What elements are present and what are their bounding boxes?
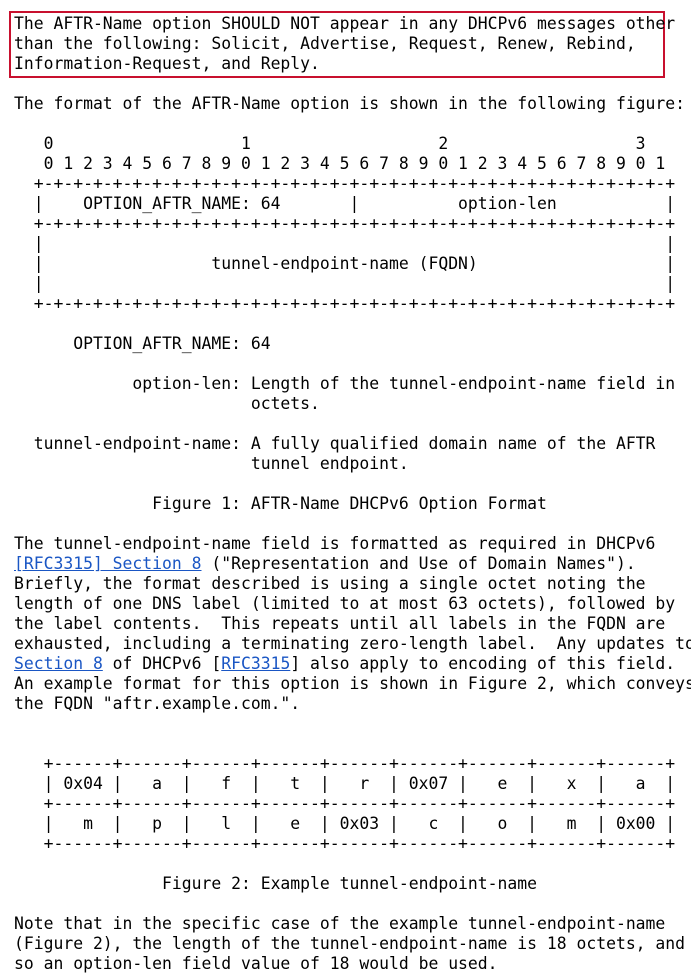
text-segment: The AFTR-Name option SHOULD NOT appear i… xyxy=(14,14,676,33)
text-segment: tunnel-endpoint-name: A fully qualified … xyxy=(14,434,656,453)
text-line: Briefly, the format described is using a… xyxy=(14,574,691,594)
text-line: The AFTR-Name option SHOULD NOT appear i… xyxy=(14,14,691,34)
text-line: OPTION_AFTR_NAME: 64 xyxy=(14,334,691,354)
text-line: | | xyxy=(14,274,691,294)
text-line xyxy=(14,734,691,754)
text-segment: +------+------+------+------+------+----… xyxy=(14,834,676,853)
text-line: Figure 1: AFTR-Name DHCPv6 Option Format xyxy=(14,494,691,514)
text-line: exhausted, including a terminating zero-… xyxy=(14,634,691,654)
text-segment: +------+------+------+------+------+----… xyxy=(14,794,676,813)
text-segment: tunnel endpoint. xyxy=(14,454,409,473)
text-segment: of DHCPv6 [ xyxy=(102,654,222,673)
text-line: 0 1 2 3 4 5 6 7 8 9 0 1 2 3 4 5 6 7 8 9 … xyxy=(14,154,691,174)
text-line: length of one DNS label (limited to at m… xyxy=(14,594,691,614)
text-segment: | 0x04 | a | f | t | r | 0x07 | e | x | … xyxy=(14,774,676,793)
text-segment: Briefly, the format described is using a… xyxy=(14,574,646,593)
text-line: than the following: Solicit, Advertise, … xyxy=(14,34,691,54)
text-line: the FQDN "aftr.example.com.". xyxy=(14,694,691,714)
text-segment: | | xyxy=(14,274,676,293)
text-line: Information-Request, and Reply. xyxy=(14,54,691,74)
text-line: the label contents. This repeats until a… xyxy=(14,614,691,634)
text-segment: +-+-+-+-+-+-+-+-+-+-+-+-+-+-+-+-+-+-+-+-… xyxy=(14,214,676,233)
text-segment: Note that in the specific case of the ex… xyxy=(14,914,666,933)
text-line: +------+------+------+------+------+----… xyxy=(14,794,691,814)
text-line: Section 8 of DHCPv6 [RFC3315] also apply… xyxy=(14,654,691,674)
text-line: +-+-+-+-+-+-+-+-+-+-+-+-+-+-+-+-+-+-+-+-… xyxy=(14,174,691,194)
text-segment: +-+-+-+-+-+-+-+-+-+-+-+-+-+-+-+-+-+-+-+-… xyxy=(14,174,676,193)
text-line: Figure 2: Example tunnel-endpoint-name xyxy=(14,874,691,894)
document-text: The AFTR-Name option SHOULD NOT appear i… xyxy=(14,14,691,974)
text-segment: +-+-+-+-+-+-+-+-+-+-+-+-+-+-+-+-+-+-+-+-… xyxy=(14,294,676,313)
text-segment: 0 1 2 3 xyxy=(14,134,646,153)
text-segment: | m | p | l | e | 0x03 | c | o | m | 0x0… xyxy=(14,814,676,833)
text-line: Note that in the specific case of the ex… xyxy=(14,914,691,934)
text-line xyxy=(14,514,691,534)
text-line xyxy=(14,354,691,374)
text-line: | tunnel-endpoint-name (FQDN) | xyxy=(14,254,691,274)
text-line xyxy=(14,894,691,914)
text-segment: OPTION_AFTR_NAME: 64 xyxy=(14,334,271,353)
text-segment: the label contents. This repeats until a… xyxy=(14,614,666,633)
text-segment: so an option-len field value of 18 would… xyxy=(14,954,498,973)
text-segment: The tunnel-endpoint-name field is format… xyxy=(14,534,656,553)
text-line: The format of the AFTR-Name option is sh… xyxy=(14,94,691,114)
text-line: An example format for this option is sho… xyxy=(14,674,691,694)
reference-link[interactable]: [RFC3315] Section 8 xyxy=(14,554,202,573)
text-segment: than the following: Solicit, Advertise, … xyxy=(14,34,636,53)
text-line: The tunnel-endpoint-name field is format… xyxy=(14,534,691,554)
text-line: option-len: Length of the tunnel-endpoin… xyxy=(14,374,691,394)
text-segment: Figure 1: AFTR-Name DHCPv6 Option Format xyxy=(14,494,547,513)
text-segment: ("Representation and Use of Domain Names… xyxy=(201,554,636,573)
text-line: octets. xyxy=(14,394,691,414)
text-line: so an option-len field value of 18 would… xyxy=(14,954,691,974)
reference-link[interactable]: RFC3315 xyxy=(221,654,290,673)
text-segment: Information-Request, and Reply. xyxy=(14,54,320,73)
text-line xyxy=(14,854,691,874)
reference-link[interactable]: Section 8 xyxy=(14,654,103,673)
text-line: +------+------+------+------+------+----… xyxy=(14,754,691,774)
text-line: tunnel endpoint. xyxy=(14,454,691,474)
text-segment: An example format for this option is sho… xyxy=(14,674,691,693)
text-line: +-+-+-+-+-+-+-+-+-+-+-+-+-+-+-+-+-+-+-+-… xyxy=(14,294,691,314)
text-segment: 0 1 2 3 4 5 6 7 8 9 0 1 2 3 4 5 6 7 8 9 … xyxy=(14,154,666,173)
text-line: 0 1 2 3 xyxy=(14,134,691,154)
text-segment: | tunnel-endpoint-name (FQDN) | xyxy=(14,254,676,273)
text-line: | 0x04 | a | f | t | r | 0x07 | e | x | … xyxy=(14,774,691,794)
text-line: [RFC3315] Section 8 ("Representation and… xyxy=(14,554,691,574)
text-segment: | OPTION_AFTR_NAME: 64 | option-len | xyxy=(14,194,676,213)
document-page: The AFTR-Name option SHOULD NOT appear i… xyxy=(0,0,691,973)
text-line xyxy=(14,474,691,494)
text-segment: | | xyxy=(14,234,676,253)
text-line: tunnel-endpoint-name: A fully qualified … xyxy=(14,434,691,454)
text-line xyxy=(14,114,691,134)
text-line: | m | p | l | e | 0x03 | c | o | m | 0x0… xyxy=(14,814,691,834)
text-line: +------+------+------+------+------+----… xyxy=(14,834,691,854)
text-line: | OPTION_AFTR_NAME: 64 | option-len | xyxy=(14,194,691,214)
text-line xyxy=(14,714,691,734)
text-segment: octets. xyxy=(14,394,320,413)
text-segment: the FQDN "aftr.example.com.". xyxy=(14,694,301,713)
text-line xyxy=(14,414,691,434)
text-line xyxy=(14,314,691,334)
text-segment: Figure 2: Example tunnel-endpoint-name xyxy=(14,874,538,893)
text-line xyxy=(14,74,691,94)
text-segment: length of one DNS label (limited to at m… xyxy=(14,594,676,613)
text-segment: The format of the AFTR-Name option is sh… xyxy=(14,94,686,113)
text-line: +-+-+-+-+-+-+-+-+-+-+-+-+-+-+-+-+-+-+-+-… xyxy=(14,214,691,234)
text-line: | | xyxy=(14,234,691,254)
text-line: (Figure 2), the length of the tunnel-end… xyxy=(14,934,691,954)
text-segment: exhausted, including a terminating zero-… xyxy=(14,634,691,653)
text-segment: option-len: Length of the tunnel-endpoin… xyxy=(14,374,676,393)
text-segment: +------+------+------+------+------+----… xyxy=(14,754,676,773)
text-segment: (Figure 2), the length of the tunnel-end… xyxy=(14,934,686,953)
text-segment: ] also apply to encoding of this field. xyxy=(290,654,676,673)
